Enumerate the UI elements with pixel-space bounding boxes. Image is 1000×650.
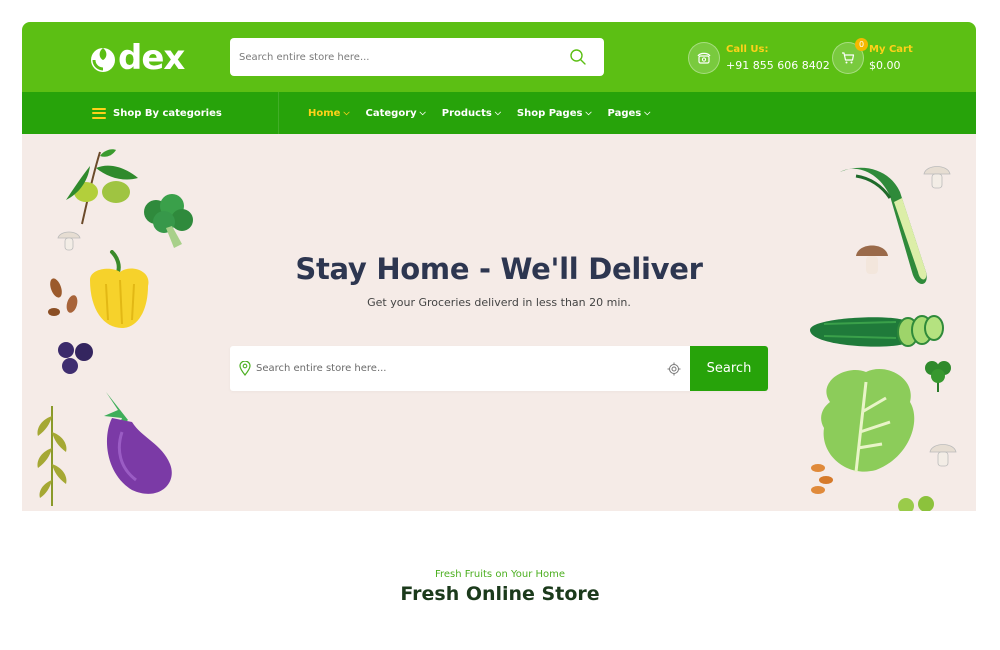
- site-frame: dex Call Us: +91 855 606 8402: [22, 22, 976, 511]
- hero-search-bar: Search: [230, 346, 768, 391]
- logo[interactable]: dex: [90, 38, 185, 78]
- cucumber-illustration: [810, 315, 944, 347]
- nav-item-label: Pages: [607, 107, 642, 119]
- brand-name: dex: [118, 38, 185, 78]
- nav-menu: Home ⌵ Category ⌵ Products ⌵ Shop Pages ⌵ Pa…: [308, 92, 666, 134]
- nav-item-label: Category: [365, 107, 417, 119]
- peanuts-illustration: [811, 464, 833, 494]
- header-search-input[interactable]: [230, 39, 550, 75]
- peas-illustration: [898, 496, 934, 511]
- parsley-illustration: [925, 361, 951, 392]
- section-title: Fresh Online Store: [400, 583, 600, 605]
- eggplant-illustration: [104, 392, 172, 494]
- nav-item-products[interactable]: Products ⌵: [442, 108, 501, 119]
- hero-subtitle: Get your Groceries deliverd in less than…: [367, 296, 631, 309]
- mushroom-illustration-3: [929, 444, 957, 467]
- lettuce-illustration: [821, 368, 915, 473]
- call-label: Call Us:: [726, 44, 769, 55]
- phone-icon: [697, 52, 711, 64]
- header-search: [230, 38, 604, 76]
- cart-label: My Cart: [869, 44, 913, 55]
- shop-by-categories-label: Shop By categories: [113, 107, 222, 119]
- nav-item-label: Products: [441, 107, 492, 119]
- nav-item-home[interactable]: Home ⌵: [308, 108, 350, 119]
- berries-illustration: [58, 342, 93, 374]
- main-navigation: Shop By categories Home ⌵ Category ⌵ Produ…: [22, 92, 976, 134]
- broccoli-illustration: [144, 194, 193, 248]
- nav-item-shop-pages[interactable]: Shop Pages ⌵: [517, 108, 592, 119]
- nav-item-category[interactable]: Category ⌵: [366, 108, 426, 119]
- hero-search-input[interactable]: [256, 346, 656, 391]
- mushroom-illustration: [57, 231, 81, 251]
- nav-divider: [278, 92, 279, 134]
- cart-count-badge: 0: [855, 38, 868, 51]
- location-pin-icon: [239, 361, 251, 376]
- chevron-down-icon: ⌵: [343, 108, 350, 117]
- target-icon[interactable]: [667, 362, 681, 376]
- nav-item-label: Shop Pages: [516, 107, 583, 119]
- nav-item-label: Home: [308, 107, 341, 119]
- top-header: dex Call Us: +91 855 606 8402: [22, 22, 976, 92]
- chevron-down-icon: ⌵: [419, 108, 426, 117]
- hero-banner: Stay Home - We'll Deliver Get your Groce…: [22, 134, 976, 511]
- chevron-down-icon: ⌵: [585, 108, 592, 117]
- chevron-down-icon: ⌵: [494, 108, 501, 117]
- nav-item-pages[interactable]: Pages ⌵: [608, 108, 651, 119]
- mushroom-illustration-2: [923, 166, 951, 189]
- cart-total: $0.00: [869, 59, 901, 72]
- hero-title: Stay Home - We'll Deliver: [295, 252, 703, 286]
- menu-icon: [92, 107, 106, 119]
- logo-mark-icon: [91, 48, 115, 72]
- olive-branch-illustration: [66, 149, 138, 225]
- herb-leaf-illustration: [37, 406, 67, 506]
- chevron-down-icon: ⌵: [644, 108, 651, 117]
- search-icon[interactable]: [569, 48, 587, 66]
- cart-icon: [842, 52, 855, 64]
- shop-by-categories-button[interactable]: Shop By categories: [92, 92, 222, 134]
- call-phone-number[interactable]: +91 855 606 8402: [726, 59, 830, 72]
- hero-search-button[interactable]: Search: [690, 346, 768, 391]
- call-button[interactable]: [688, 42, 720, 74]
- section-kicker: Fresh Fruits on Your Home: [434, 569, 566, 580]
